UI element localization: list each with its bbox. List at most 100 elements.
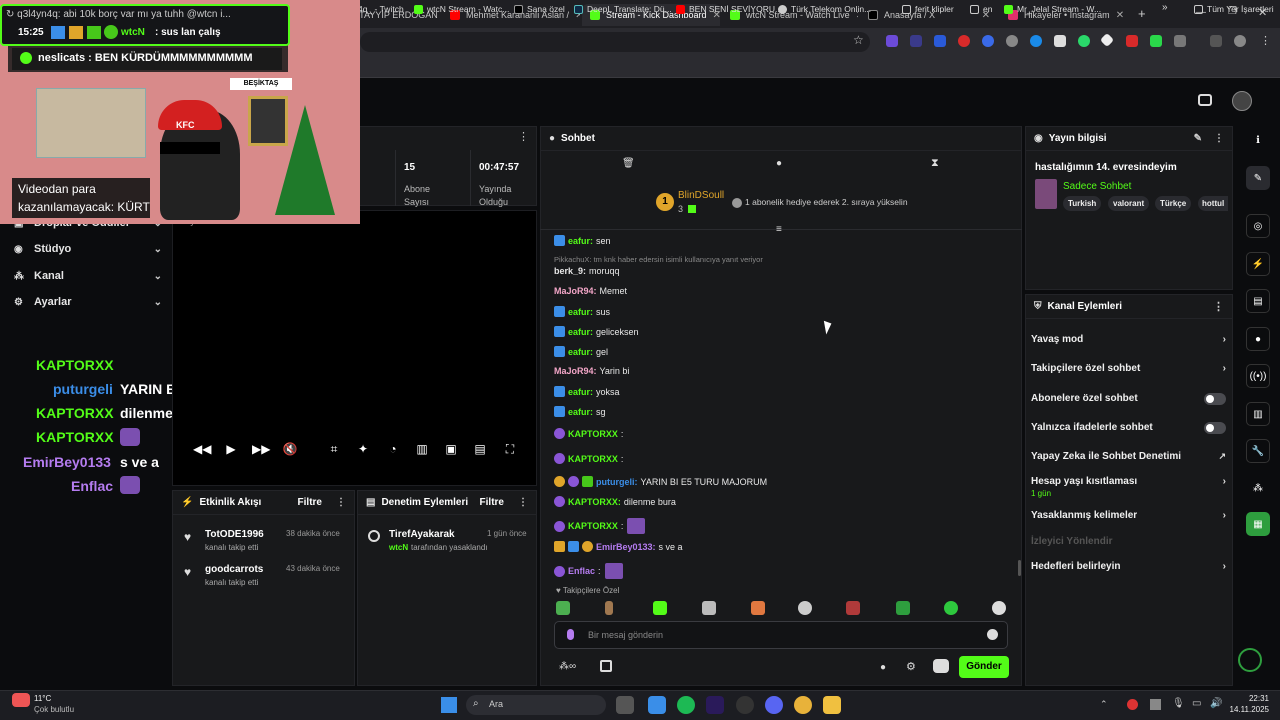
task-view-icon[interactable] — [616, 696, 634, 714]
speed-icon[interactable]: ◔ — [385, 442, 401, 458]
extensions-puzzle-icon[interactable] — [1174, 35, 1186, 47]
network-icon[interactable]: ▭ — [1192, 698, 1201, 709]
bookmark-item[interactable]: 4q_ - Twitch — [358, 4, 404, 14]
emote-icon[interactable] — [751, 601, 765, 615]
tray-app-icon[interactable] — [1127, 699, 1138, 710]
kebab-menu-icon[interactable]: ⋮ — [518, 130, 529, 143]
emoji-picker-icon[interactable] — [987, 629, 998, 640]
chat-bubble-icon[interactable]: ● — [880, 662, 886, 673]
chat-message[interactable]: eafur: sen — [554, 235, 611, 246]
rewind-icon[interactable]: ◀◀ — [193, 442, 211, 458]
play-icon[interactable]: ▶ — [223, 442, 239, 458]
volume-icon[interactable]: 🔊 — [1210, 698, 1222, 709]
nav-channel[interactable]: ⁂ Kanal ⌄ — [14, 268, 162, 284]
chat-message[interactable]: MaJoR94: Memet — [554, 286, 627, 296]
theater-icon[interactable]: ▥ — [414, 442, 430, 458]
bookmark-folder[interactable]: en — [970, 4, 992, 14]
emote-icon[interactable] — [605, 601, 613, 615]
chat-bubble-icon[interactable]: ● — [776, 158, 782, 169]
community-icon[interactable]: ⁂ — [1246, 476, 1270, 500]
nav-settings[interactable]: ⚙ Ayarlar ⌄ — [14, 294, 162, 310]
mod-tools-icon[interactable] — [933, 659, 949, 673]
stack-icon[interactable]: ▥ — [1246, 402, 1270, 426]
profile-avatar[interactable] — [1234, 35, 1246, 47]
obs-icon[interactable] — [736, 696, 754, 714]
tray-app-icon[interactable] — [1150, 699, 1161, 710]
clock-time[interactable]: 22:31 — [1229, 694, 1269, 703]
kebab-menu-icon[interactable]: ⋮ — [518, 497, 528, 508]
chat-message[interactable]: KAPTORXX: — [554, 518, 648, 534]
file-explorer-icon[interactable] — [823, 696, 841, 714]
microphone-icon[interactable]: 🎙 — [1172, 698, 1185, 709]
community-icon[interactable]: ⁂∞ — [559, 661, 576, 672]
edit-icon[interactable]: ✎ — [1246, 166, 1270, 190]
taskbar-search[interactable] — [466, 695, 606, 715]
browser-menu-icon[interactable]: ⋮ — [1260, 34, 1271, 47]
action-ai-moderation[interactable]: Yapay Zeka ile Sohbet Denetimi ↗ — [1031, 451, 1226, 462]
filter-button[interactable]: Filtre — [298, 497, 322, 508]
pip-icon[interactable]: ▣ — [443, 442, 459, 458]
creator-tools-icon[interactable] — [1198, 94, 1212, 106]
extension-icon[interactable] — [1078, 35, 1090, 47]
action-emotes-only[interactable]: Yalnızca ifadelerle sohbet — [1031, 422, 1226, 433]
send-button[interactable]: Gönder — [959, 656, 1009, 678]
new-tab-button[interactable]: + — [1138, 6, 1146, 21]
moderation-user[interactable]: TirefAyakarak — [389, 529, 455, 540]
collapse-icon[interactable]: ≡ — [776, 224, 782, 235]
edit-icon[interactable]: ✎ — [1194, 133, 1202, 144]
trash-icon[interactable]: 🗑 — [622, 158, 635, 169]
emote-icon[interactable] — [702, 601, 716, 615]
bookmarks-overflow[interactable]: » — [1162, 2, 1168, 13]
crop-icon[interactable]: ⌗ — [326, 442, 342, 458]
chat-bubble-icon[interactable]: ● — [1246, 327, 1270, 351]
chat-message[interactable]: eafur: sg — [554, 406, 606, 417]
emote-icon[interactable] — [556, 601, 570, 615]
bookmark-folder[interactable]: ferit klipler — [902, 4, 954, 14]
emotes-only-toggle[interactable] — [1204, 422, 1226, 434]
wrench-icon[interactable]: 🔧 — [1246, 439, 1270, 463]
chat-message[interactable]: berk_9: moruqq — [554, 266, 620, 276]
subscribers-only-toggle[interactable] — [1204, 393, 1226, 405]
extension-icon[interactable] — [910, 35, 922, 47]
emote-icon[interactable] — [653, 601, 667, 615]
info-icon[interactable]: ℹ — [1246, 128, 1270, 152]
emote-icon[interactable] — [798, 601, 812, 615]
cast-icon[interactable]: ▤ — [472, 442, 488, 458]
spotify-icon[interactable] — [677, 696, 695, 714]
microphone-icon[interactable] — [567, 629, 574, 640]
hourglass-icon[interactable]: ⧗ — [931, 157, 939, 170]
fullscreen-icon[interactable]: ⛶ — [502, 442, 518, 458]
close-icon[interactable]: ✕ — [1110, 10, 1124, 21]
kick-studio-icon[interactable] — [1238, 648, 1262, 672]
bookmark-star-icon[interactable]: ☆ — [853, 33, 864, 47]
chat-message[interactable]: KAPTORXX: — [554, 453, 623, 464]
extension-icon[interactable] — [1030, 35, 1042, 47]
chat-message[interactable]: eafur: gel — [554, 346, 608, 357]
emote-icon[interactable] — [992, 601, 1006, 615]
extension-icon[interactable] — [1150, 35, 1162, 47]
media-control-icon[interactable] — [1210, 35, 1222, 47]
chat-scrollbar[interactable] — [1018, 560, 1021, 576]
category-name[interactable]: Sadece Sohbet — [1063, 181, 1131, 192]
chat-message[interactable]: KAPTORXX: dilenme bura — [554, 496, 676, 507]
gear-icon[interactable]: ⚙ — [906, 660, 916, 673]
all-bookmarks[interactable]: Tüm Yer İşaretleri — [1194, 4, 1274, 14]
filter-button[interactable]: Filtre — [480, 497, 504, 508]
bookmark-item[interactable]: Türk Telekom Onlin... — [778, 4, 871, 14]
nav-studio[interactable]: ◉ Stüdyo ⌄ — [14, 241, 162, 257]
chat-message[interactable]: puturgeli: YARIN BI E5 TURU MAJORUM — [554, 476, 767, 487]
extension-icon[interactable] — [982, 35, 994, 47]
extension-icon[interactable] — [1126, 35, 1138, 47]
bookmark-item[interactable]: BEN SENİ SEVİYORU... — [676, 4, 782, 14]
app-icon[interactable] — [648, 696, 666, 714]
camera-icon[interactable]: ◎ — [1246, 214, 1270, 238]
emote-icon[interactable] — [944, 601, 958, 615]
pinned-user[interactable]: BlinDSoull — [678, 190, 724, 201]
kebab-menu-icon[interactable]: ⋮ — [1214, 133, 1224, 144]
clock-date[interactable]: 14.11.2025 — [1222, 705, 1269, 714]
discord-icon[interactable] — [765, 696, 783, 714]
activity-user[interactable]: TotODE1996 — [205, 529, 264, 540]
chat-message[interactable]: eafur: sus — [554, 306, 610, 317]
extension-icon[interactable] — [958, 35, 970, 47]
extension-icon[interactable] — [1006, 35, 1018, 47]
